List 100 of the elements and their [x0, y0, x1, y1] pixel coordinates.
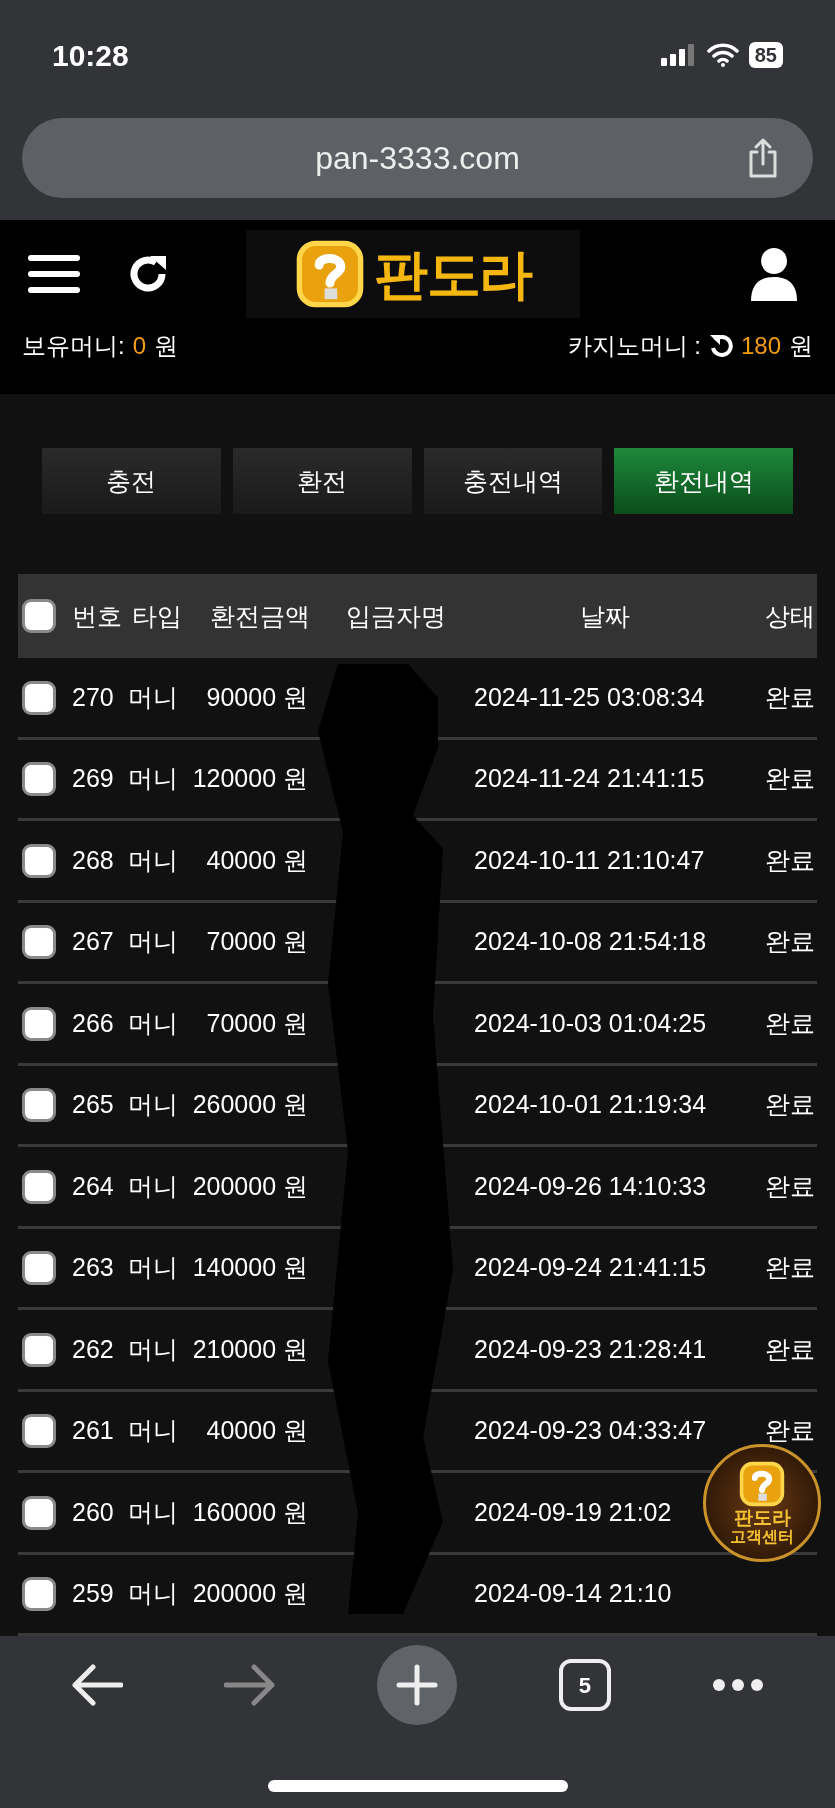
- table-cell-text: 268: [71, 844, 115, 876]
- checkbox[interactable]: [22, 1495, 56, 1530]
- checkbox[interactable]: [22, 599, 56, 634]
- checkbox[interactable]: [22, 1006, 56, 1041]
- menu-icon[interactable]: [28, 254, 80, 294]
- table-cell-text: 머니: [127, 1415, 179, 1447]
- table-cell-text: 265: [71, 1089, 115, 1121]
- balance-value: 0: [132, 331, 147, 361]
- logo-text: 판도라: [374, 242, 532, 306]
- table-cell-text: 완료: [764, 1170, 816, 1202]
- tab-count[interactable]: 5: [558, 1659, 611, 1712]
- table-cell-text: 90000 원: [205, 681, 309, 713]
- status-time: 10:28: [52, 37, 129, 74]
- support-badge[interactable]: 판도라 고객센터: [703, 1444, 821, 1563]
- table-cell-text: 완료: [764, 1089, 816, 1121]
- table-cell-text: 267: [71, 926, 115, 958]
- column-header: 타입: [131, 600, 183, 632]
- casino-value: 180: [740, 331, 781, 361]
- column-header: 환전금액: [209, 600, 311, 632]
- table-cell-text: 완료: [764, 1333, 816, 1365]
- badge-title: 판도라: [733, 1508, 791, 1529]
- badge-subtitle: 고객센터: [730, 1528, 794, 1547]
- table-cell-text: 120000 원: [191, 763, 309, 795]
- tab[interactable]: 환전: [232, 448, 412, 515]
- question-box-icon: [738, 1460, 786, 1509]
- table-cell-text: 2024-10-08 21:54:18: [473, 926, 708, 958]
- balance-label: 보유머니:: [22, 331, 125, 361]
- table-cell-text: 머니: [127, 1578, 179, 1610]
- table-cell-text: 40000 원: [205, 1415, 309, 1447]
- table-cell-text: 70000 원: [205, 1007, 309, 1039]
- table-cell-text: 머니: [127, 1333, 179, 1365]
- casino-label: 카지노머니 :: [567, 331, 701, 361]
- table-cell-text: 262: [71, 1333, 115, 1365]
- table-cell-text: 269: [71, 763, 115, 795]
- checkbox[interactable]: [22, 1088, 56, 1123]
- table-cell-text: 260: [71, 1496, 115, 1528]
- table-cell-text: 40000 원: [205, 844, 309, 876]
- address-bar[interactable]: pan-3333.com: [22, 118, 813, 198]
- table-cell-text: 2024-09-23 21:28:41: [473, 1333, 708, 1365]
- table-cell-text: 완료: [764, 1415, 816, 1447]
- table-cell-text: 머니: [127, 1089, 179, 1121]
- tab[interactable]: 충전: [42, 448, 221, 515]
- table-cell-text: 260000 원: [191, 1089, 309, 1121]
- user-icon[interactable]: [749, 247, 799, 301]
- table-cell-text: 2024-10-11 21:10:47: [473, 844, 706, 876]
- battery-level: 85: [748, 42, 783, 68]
- table-cell-text: 완료: [764, 1007, 816, 1039]
- column-header: 번호: [71, 600, 123, 632]
- tab[interactable]: 충전내역: [423, 448, 603, 515]
- checkbox[interactable]: [22, 843, 56, 878]
- checkbox[interactable]: [22, 680, 56, 715]
- table-cell-text: 완료: [764, 926, 816, 958]
- checkbox[interactable]: [22, 1414, 56, 1449]
- table-cell-text: 완료: [764, 1252, 816, 1284]
- reload-icon[interactable]: [708, 334, 733, 358]
- more-icon[interactable]: [712, 1678, 765, 1693]
- table-cell-text: 261: [71, 1415, 115, 1447]
- table-cell-text: 263: [71, 1252, 115, 1284]
- table-cell-text: 완료: [764, 763, 816, 795]
- table-cell-text: 머니: [127, 926, 179, 958]
- table-cell-text: 머니: [127, 1252, 179, 1284]
- table-cell-text: 266: [71, 1007, 115, 1039]
- table-cell-text: 70000 원: [205, 926, 309, 958]
- table-cell-text: 2024-11-24 21:41:15: [473, 763, 706, 795]
- signal-icon: [660, 44, 697, 66]
- table-cell-text: 270: [71, 681, 115, 713]
- table-cell-text: 머니: [127, 1007, 179, 1039]
- logo[interactable]: 판도라: [246, 230, 580, 318]
- table-cell-text: 160000 원: [191, 1496, 309, 1528]
- table-cell-text: 2024-10-03 01:04:25: [473, 1007, 708, 1039]
- table-cell-text: 200000 원: [191, 1578, 309, 1610]
- new-tab-icon[interactable]: [377, 1645, 458, 1726]
- tab[interactable]: 환전내역: [614, 448, 793, 515]
- wifi-icon: [706, 43, 739, 67]
- table-cell-text: 210000 원: [191, 1333, 309, 1365]
- checkbox[interactable]: [22, 1577, 56, 1612]
- table-cell-text: 2024-11-25 03:08:34: [473, 681, 706, 713]
- table-cell-text: 2024-09-19 21:02: [473, 1496, 673, 1528]
- table-cell-text: 완료: [764, 844, 816, 876]
- table-cell-text: 머니: [127, 844, 179, 876]
- table-cell-text: 머니: [127, 681, 179, 713]
- checkbox[interactable]: [22, 1169, 56, 1204]
- table-cell-text: 2024-09-23 04:33:47: [473, 1415, 708, 1447]
- checkbox[interactable]: [22, 925, 56, 960]
- balance-unit: 원: [154, 331, 179, 361]
- back-icon[interactable]: [70, 1663, 123, 1708]
- table-cell-text: 2024-10-01 21:19:34: [473, 1089, 708, 1121]
- table-cell-text: 머니: [127, 1170, 179, 1202]
- question-box-icon: [294, 238, 366, 310]
- checkbox[interactable]: [22, 1251, 56, 1286]
- table-cell-text: 264: [71, 1170, 115, 1202]
- forward-icon[interactable]: [224, 1663, 277, 1708]
- url-text: pan-3333.com: [315, 139, 520, 178]
- checkbox[interactable]: [22, 1332, 56, 1367]
- table-cell-text: 2024-09-14 21:10: [473, 1578, 673, 1610]
- table-cell-text: 머니: [127, 1496, 179, 1528]
- table-cell-text: 2024-09-24 21:41:15: [473, 1252, 708, 1284]
- column-header: 날짜: [579, 600, 631, 632]
- table-cell-text: 140000 원: [191, 1252, 309, 1284]
- checkbox[interactable]: [22, 762, 56, 797]
